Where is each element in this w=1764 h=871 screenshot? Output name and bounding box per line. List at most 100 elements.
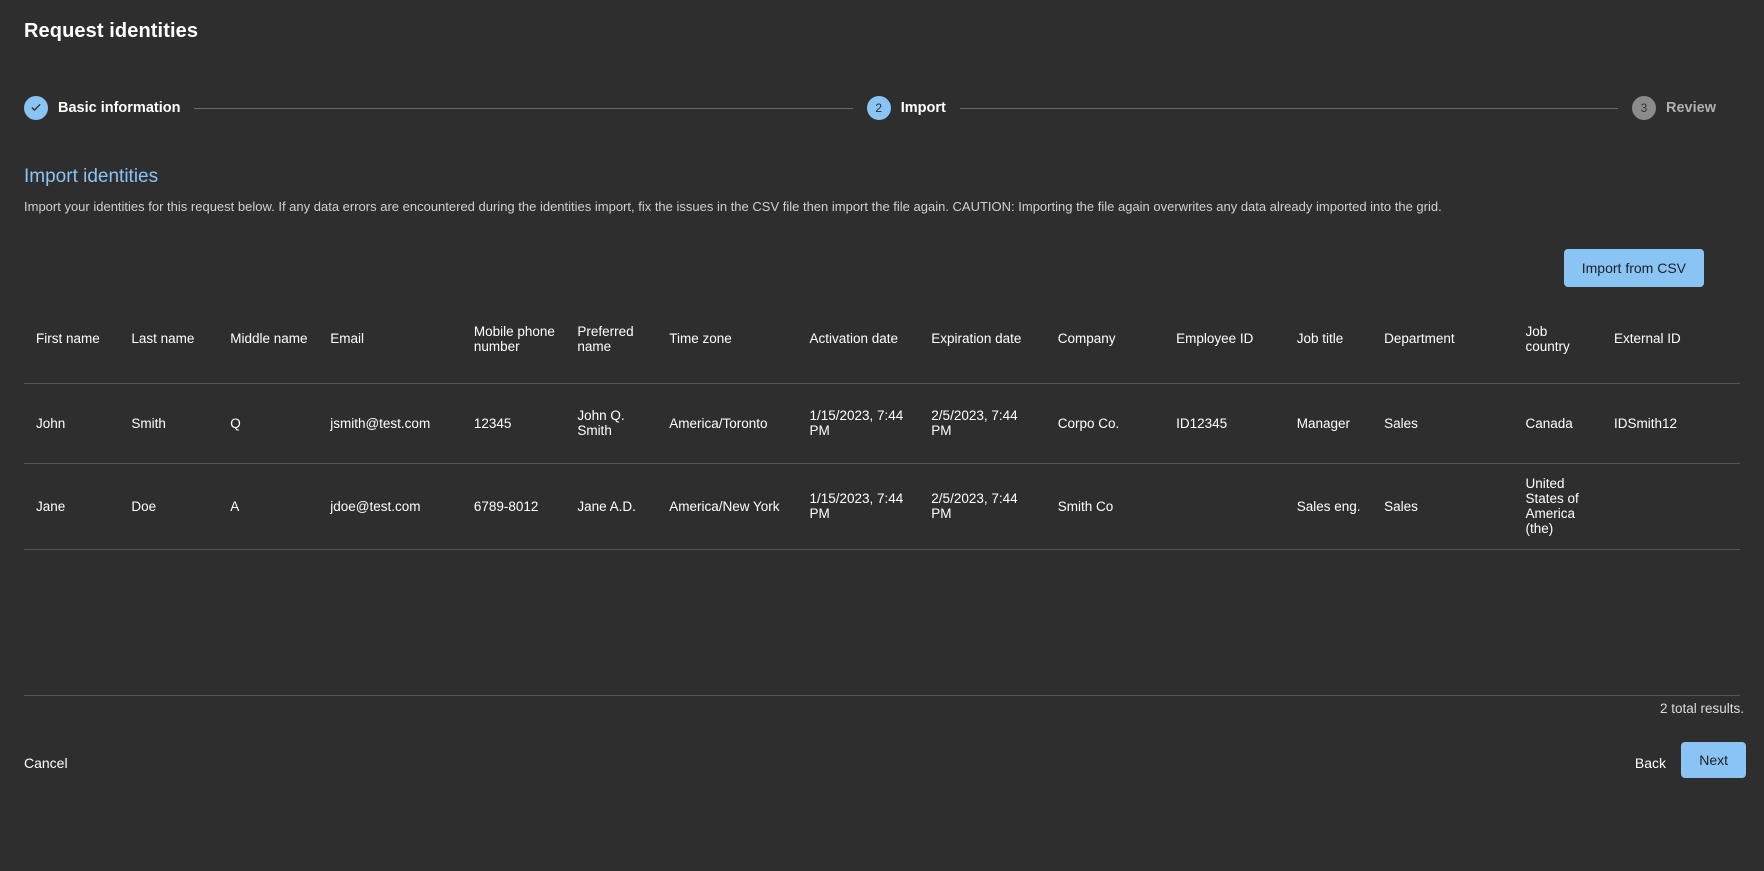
- column-header-preferred-name[interactable]: Preferred name: [565, 295, 657, 383]
- cell-job-country: United States of America (the): [1513, 463, 1602, 549]
- next-button[interactable]: Next: [1681, 742, 1746, 778]
- column-header-label: Email: [318, 331, 452, 346]
- column-header-label: Job title: [1285, 331, 1362, 346]
- cell-value: Sales: [1372, 499, 1503, 514]
- wizard-stepper: Basic information 2 Import 3 Review: [24, 92, 1716, 124]
- cell-last-name: Doe: [119, 463, 218, 549]
- column-header-label: Job country: [1513, 324, 1592, 354]
- column-header-job-title[interactable]: Job title: [1285, 295, 1372, 383]
- column-header-company[interactable]: Company: [1046, 295, 1164, 383]
- cell-value: Jane: [24, 499, 109, 514]
- cell-value: Smith Co: [1046, 499, 1154, 514]
- step-number-3-icon: 3: [1632, 96, 1656, 120]
- check-icon: [24, 96, 48, 120]
- wizard-footer: Cancel Back Next: [0, 726, 1764, 871]
- cell-time-zone: America/New York: [657, 463, 797, 549]
- column-header-job-country[interactable]: Job country: [1513, 295, 1602, 383]
- step-number-2-icon: 2: [867, 96, 891, 120]
- column-header-label: Mobile phone number: [462, 324, 555, 354]
- cell-value: Sales eng.: [1285, 499, 1362, 514]
- cell-value: Smith: [119, 416, 208, 431]
- cell-middle-name: Q: [218, 383, 318, 463]
- cell-company: Smith Co: [1046, 463, 1164, 549]
- cell-value: 2/5/2023, 7:44 PM: [919, 491, 1035, 521]
- identities-grid: First name Last name Middle name Email M…: [24, 295, 1740, 696]
- column-header-label: Last name: [119, 331, 208, 346]
- back-button[interactable]: Back: [1627, 749, 1674, 777]
- cell-activation-date: 1/15/2023, 7:44 PM: [797, 383, 919, 463]
- cell-last-name: Smith: [119, 383, 218, 463]
- column-header-label: Employee ID: [1164, 331, 1275, 346]
- section-title: Import identities: [24, 166, 158, 188]
- cell-value: 1/15/2023, 7:44 PM: [797, 408, 909, 438]
- table-header: First name Last name Middle name Email M…: [24, 295, 1740, 383]
- step-label-import: Import: [901, 100, 946, 116]
- stepper-connector-2: [960, 108, 1618, 109]
- column-header-label: Expiration date: [919, 331, 1035, 346]
- step-import[interactable]: 2 Import: [867, 96, 946, 120]
- cell-value: John: [24, 416, 109, 431]
- cell-first-name: Jane: [24, 463, 119, 549]
- column-header-label: Company: [1046, 331, 1154, 346]
- column-header-label: Middle name: [218, 331, 308, 346]
- column-header-last-name[interactable]: Last name: [119, 295, 218, 383]
- column-header-time-zone[interactable]: Time zone: [657, 295, 797, 383]
- cell-department: Sales: [1372, 463, 1513, 549]
- cell-value: United States of America (the): [1513, 476, 1592, 536]
- column-header-mobile-phone-number[interactable]: Mobile phone number: [462, 295, 565, 383]
- cell-value: IDSmith12: [1602, 416, 1730, 431]
- column-header-department[interactable]: Department: [1372, 295, 1513, 383]
- table-header-row: First name Last name Middle name Email M…: [24, 295, 1740, 383]
- request-identities-page: Request identities Basic information 2 I…: [0, 0, 1764, 871]
- cell-value: 1/15/2023, 7:44 PM: [797, 491, 909, 521]
- column-header-middle-name[interactable]: Middle name: [218, 295, 318, 383]
- import-from-csv-button[interactable]: Import from CSV: [1564, 249, 1704, 287]
- cell-external-id: IDSmith12: [1602, 383, 1740, 463]
- table-empty-space-cell: [24, 549, 1740, 695]
- column-header-label: External ID: [1602, 331, 1730, 346]
- cell-email: jsmith@test.com: [318, 383, 462, 463]
- column-header-first-name[interactable]: First name: [24, 295, 119, 383]
- cell-job-country: Canada: [1513, 383, 1602, 463]
- step-review[interactable]: 3 Review: [1632, 96, 1716, 120]
- cell-value: America/Toronto: [657, 416, 787, 431]
- cell-mobile-phone-number: 6789-8012: [462, 463, 565, 549]
- column-header-email[interactable]: Email: [318, 295, 462, 383]
- cell-value: ID12345: [1164, 416, 1275, 431]
- cell-time-zone: America/Toronto: [657, 383, 797, 463]
- cell-value: jsmith@test.com: [318, 416, 452, 431]
- cell-expiration-date: 2/5/2023, 7:44 PM: [919, 383, 1045, 463]
- cell-value: John Q. Smith: [565, 408, 647, 438]
- section-description: Import your identities for this request …: [24, 199, 1442, 214]
- column-header-employee-id[interactable]: Employee ID: [1164, 295, 1285, 383]
- cell-value: 12345: [462, 416, 555, 431]
- cancel-button[interactable]: Cancel: [16, 749, 76, 777]
- cell-employee-id: [1164, 463, 1285, 549]
- cell-value: America/New York: [657, 499, 787, 514]
- cell-value: Q: [218, 416, 308, 431]
- table-row[interactable]: Jane Doe A jdoe@test.com 6789-8012 Jane …: [24, 463, 1740, 549]
- cell-email: jdoe@test.com: [318, 463, 462, 549]
- column-header-label: Time zone: [657, 331, 787, 346]
- column-header-external-id[interactable]: External ID: [1602, 295, 1740, 383]
- step-label-review: Review: [1666, 100, 1716, 116]
- page-title: Request identities: [24, 20, 198, 43]
- column-header-label: Preferred name: [565, 324, 647, 354]
- column-header-label: First name: [24, 331, 109, 346]
- column-header-label: Activation date: [797, 331, 909, 346]
- step-label-basic-information: Basic information: [58, 100, 180, 116]
- cell-employee-id: ID12345: [1164, 383, 1285, 463]
- table-body: John Smith Q jsmith@test.com 12345 John …: [24, 383, 1740, 695]
- cell-mobile-phone-number: 12345: [462, 383, 565, 463]
- step-basic-information[interactable]: Basic information: [24, 96, 180, 120]
- cell-expiration-date: 2/5/2023, 7:44 PM: [919, 463, 1045, 549]
- column-header-activation-date[interactable]: Activation date: [797, 295, 919, 383]
- identities-table: First name Last name Middle name Email M…: [24, 295, 1740, 696]
- column-header-expiration-date[interactable]: Expiration date: [919, 295, 1045, 383]
- column-header-label: Department: [1372, 331, 1503, 346]
- cell-value: Sales: [1372, 416, 1503, 431]
- cell-value: Jane A.D.: [565, 499, 647, 514]
- cell-preferred-name: Jane A.D.: [565, 463, 657, 549]
- table-row[interactable]: John Smith Q jsmith@test.com 12345 John …: [24, 383, 1740, 463]
- cell-activation-date: 1/15/2023, 7:44 PM: [797, 463, 919, 549]
